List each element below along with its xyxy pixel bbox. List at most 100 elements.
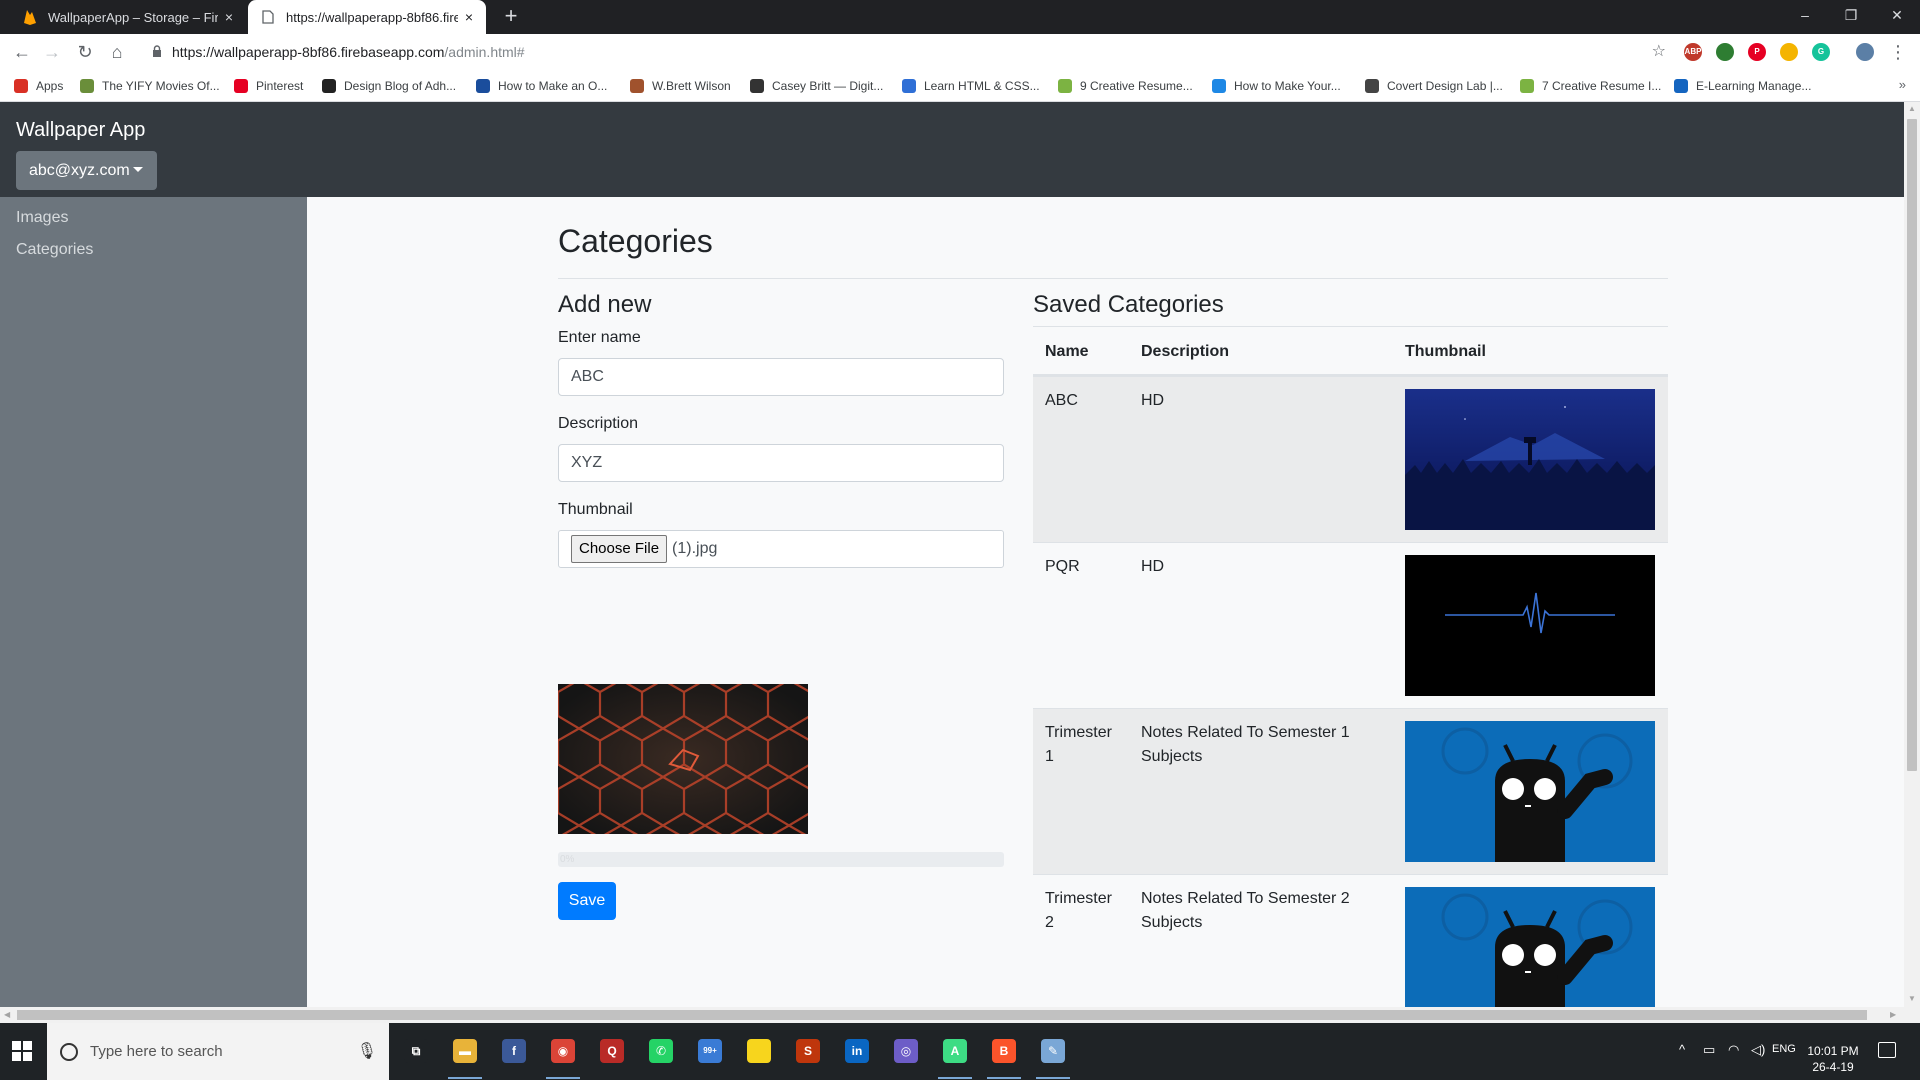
extension-icon[interactable] — [1856, 43, 1874, 61]
table-row[interactable]: Trimester 1 Notes Related To Semester 1 … — [1033, 708, 1668, 874]
brave-taskbar-button[interactable]: B — [987, 1034, 1021, 1079]
bookmark-favicon-icon — [476, 79, 490, 93]
reload-button[interactable]: ↻ — [71, 40, 99, 64]
language-indicator[interactable]: ENG — [1772, 1043, 1796, 1055]
sticky-notes-taskbar-button[interactable] — [742, 1034, 776, 1068]
back-button[interactable]: ← — [8, 40, 36, 64]
bookmark-item[interactable]: How to Make Your... — [1212, 77, 1341, 95]
row-description: HD — [1141, 392, 1165, 409]
menu-icon[interactable]: ⋮ — [1884, 40, 1912, 64]
linkedin-icon: in — [845, 1039, 869, 1063]
page-icon — [260, 9, 276, 25]
microphone-icon[interactable]: 🎙 — [357, 1041, 377, 1061]
bookmark-item[interactable]: Casey Britt — Digit... — [750, 77, 883, 95]
quora-icon: Q — [600, 1039, 624, 1063]
row-name: ABC — [1045, 392, 1078, 409]
home-button[interactable]: ⌂ — [103, 40, 131, 64]
table-row[interactable]: PQR HD — [1033, 542, 1668, 708]
apps-grid-icon — [14, 79, 28, 93]
wifi-icon[interactable]: ◠ — [1728, 1042, 1739, 1058]
bookmark-item[interactable]: W.Brett Wilson — [630, 77, 731, 95]
tab-storage[interactable]: WallpaperApp – Storage – Fireba × — [10, 0, 246, 34]
extension-icon[interactable] — [1780, 43, 1798, 61]
close-window-button[interactable]: ✕ — [1874, 0, 1920, 30]
vertical-scrollbar[interactable]: ▲ ▼ — [1904, 102, 1920, 1023]
user-dropdown-button[interactable]: abc@xyz.com — [16, 151, 157, 190]
thumbnail-file-input[interactable]: Choose File (1).jpg — [558, 530, 1004, 568]
table-row[interactable]: Trimester 2 Notes Related To Semester 2 … — [1033, 874, 1668, 1023]
bookmark-item[interactable]: Learn HTML & CSS... — [902, 77, 1040, 95]
mail-taskbar-button[interactable]: 99+ — [693, 1034, 727, 1068]
filezilla-icon: S — [796, 1039, 820, 1063]
save-button[interactable]: Save — [558, 882, 616, 920]
android-studio-taskbar-button[interactable]: A — [938, 1034, 972, 1079]
chrome-taskbar-button[interactable]: ◉ — [546, 1034, 580, 1079]
tab-admin[interactable]: https://wallpaperapp-8bf86.fireb × — [248, 0, 486, 34]
cortana-icon — [60, 1042, 78, 1061]
system-clock[interactable]: 10:01 PM 26-4-19 — [1801, 1043, 1865, 1075]
extension-icon[interactable]: G — [1812, 43, 1830, 61]
bookmark-label: Casey Britt — Digit... — [772, 79, 884, 93]
whatsapp-icon: ✆ — [649, 1039, 673, 1063]
close-tab-icon[interactable]: × — [458, 9, 480, 25]
bookmark-label: E-Learning Manage... — [1696, 79, 1812, 93]
volume-icon[interactable]: ◁) — [1751, 1042, 1765, 1058]
battery-icon[interactable]: ▭ — [1703, 1042, 1715, 1058]
sidebar-item-categories[interactable]: Categories — [16, 241, 93, 259]
bookmark-label: Pinterest — [256, 79, 304, 93]
bookmark-label: Apps — [36, 79, 64, 93]
extension-icon[interactable]: ABP — [1684, 43, 1702, 61]
page-title: Categories — [558, 223, 713, 259]
taskbar-search[interactable]: Type here to search 🎙 — [47, 1023, 389, 1080]
address-bar[interactable]: https://wallpaperapp-8bf86.firebaseapp.c… — [140, 38, 1672, 66]
sidebar-item-images[interactable]: Images — [16, 209, 68, 227]
scrollbar-thumb[interactable] — [1907, 119, 1917, 771]
chrome-icon: ◉ — [551, 1039, 575, 1063]
tab-title: WallpaperApp – Storage – Fireba — [48, 9, 218, 25]
choose-file-button[interactable]: Choose File — [571, 535, 668, 563]
bookmark-item[interactable]: Covert Design Lab |... — [1365, 77, 1503, 95]
filezilla-taskbar-button[interactable]: S — [791, 1034, 825, 1068]
bookmark-label: How to Make Your... — [1234, 79, 1341, 93]
scrollbar-thumb[interactable] — [17, 1010, 1867, 1020]
bookmark-item[interactable]: 7 Creative Resume I... — [1520, 77, 1661, 95]
bookmark-item[interactable]: Pinterest — [234, 77, 303, 95]
linkedin-taskbar-button[interactable]: in — [840, 1034, 874, 1068]
bookmark-item[interactable]: Apps — [14, 77, 63, 95]
whatsapp-taskbar-button[interactable]: ✆ — [644, 1034, 678, 1068]
close-tab-icon[interactable]: × — [218, 9, 240, 25]
table-row[interactable]: ABC HD — [1033, 376, 1668, 542]
brand-title[interactable]: Wallpaper App — [16, 119, 145, 142]
extension-icon[interactable]: P — [1748, 43, 1766, 61]
windows-start-icon[interactable] — [12, 1041, 32, 1061]
column-header-name: Name — [1045, 343, 1089, 360]
scroll-down-icon[interactable]: ▼ — [1908, 994, 1916, 1003]
scroll-up-icon[interactable]: ▲ — [1908, 104, 1916, 113]
scroll-right-icon[interactable]: ▶ — [1890, 1010, 1896, 1019]
file-explorer-taskbar-button[interactable]: ▬ — [448, 1034, 482, 1079]
bookmark-star-icon[interactable]: ☆ — [1652, 41, 1666, 61]
restore-button[interactable]: ❐ — [1828, 0, 1874, 30]
quora-taskbar-button[interactable]: Q — [595, 1034, 629, 1068]
bookmark-item[interactable]: E-Learning Manage... — [1674, 77, 1811, 95]
minimize-button[interactable]: – — [1782, 0, 1828, 30]
horizontal-scrollbar[interactable]: ◀ ▶ — [0, 1007, 1904, 1023]
bookmark-item[interactable]: How to Make an O... — [476, 77, 607, 95]
media-app-taskbar-button[interactable]: ◎ — [889, 1034, 923, 1068]
name-input[interactable]: ABC — [558, 358, 1004, 396]
chevron-up-icon[interactable]: ^ — [1679, 1042, 1685, 1057]
bookmark-item[interactable]: Design Blog of Adh... — [322, 77, 456, 95]
more-bookmarks-button[interactable]: » — [1899, 77, 1906, 92]
extension-icon[interactable] — [1716, 43, 1734, 61]
facebook-taskbar-button[interactable]: f — [497, 1034, 531, 1068]
scroll-left-icon[interactable]: ◀ — [4, 1010, 10, 1019]
task-view-taskbar-button[interactable]: ⧉ — [399, 1034, 433, 1068]
paint-app-taskbar-button[interactable]: ✎ — [1036, 1034, 1070, 1079]
description-input[interactable]: XYZ — [558, 444, 1004, 482]
new-tab-button[interactable]: + — [498, 4, 524, 30]
notifications-icon[interactable] — [1878, 1042, 1896, 1058]
bookmark-item[interactable]: 9 Creative Resume... — [1058, 77, 1193, 95]
forward-button[interactable]: → — [38, 40, 66, 64]
bookmark-label: W.Brett Wilson — [652, 79, 731, 93]
bookmark-item[interactable]: The YIFY Movies Of... — [80, 77, 220, 95]
